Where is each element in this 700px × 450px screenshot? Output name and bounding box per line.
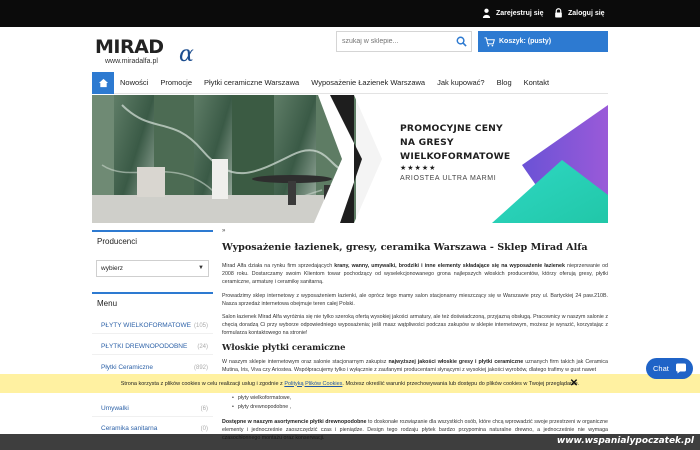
sidebar-item-umywalki[interactable]: Umywalki (6) [92, 401, 213, 417]
chat-bubble-icon [675, 363, 686, 374]
banner-line-2: NA GRESY [400, 137, 454, 148]
logo-wordmark: MIRAD [95, 36, 164, 58]
banner-line-1: PROMOCYJNE CENY [400, 123, 503, 134]
nav-item-plytki[interactable]: Płytki ceramiczne Warszawa [198, 78, 305, 87]
chat-label: Chat [653, 364, 669, 373]
tiles-bold: najwyższej jakości włoskie gresy i płytk… [388, 359, 524, 365]
intro-text: Mirad Alfa działa na rynku firm sprzedaj… [222, 263, 335, 269]
close-icon[interactable]: ✕ [569, 379, 579, 389]
banner-stars: ★★★★★ [400, 165, 437, 172]
search-input[interactable] [337, 32, 449, 51]
register-link[interactable]: Zarejestruj się [482, 8, 543, 18]
salon-paragraph: Salon łazienek Mirad Alfa wyróżnia się n… [222, 314, 608, 337]
store-paragraph: Prowadzimy sklep internetowy z wyposażen… [222, 293, 608, 308]
list-item: płyty drewnopodobne , [232, 403, 291, 412]
home-button[interactable] [92, 71, 114, 94]
banner-headline: PROMOCYJNE CENY NA GRESY WIELKOFORMATOWE [400, 122, 510, 164]
banner-subline: ARIOSTEA ULTRA MARMI [400, 175, 497, 182]
logo-url: www.miradalfa.pl [105, 58, 158, 65]
sidebar-item-count: (6) [200, 405, 208, 412]
sidebar-item-label: Umywalki [101, 405, 129, 412]
nav-item-promocje[interactable]: Promocje [154, 78, 198, 87]
main-nav: Nowości Promocje Płytki ceramiczne Warsz… [92, 71, 608, 94]
nav-item-nowosci[interactable]: Nowości [114, 78, 154, 87]
chat-button[interactable]: Chat [646, 358, 693, 379]
login-link[interactable]: Zaloguj się [554, 8, 605, 18]
cookie-text-end: . Możesz określić warunki przechowywania… [342, 380, 580, 387]
sidebar-item-count: (0) [200, 425, 208, 432]
sidebar-item-plytki-drewnopodobne[interactable]: PŁYTKI DREWNOPODOBNE (24) [92, 339, 213, 355]
sidebar-item-count: (892) [193, 364, 208, 371]
nav-item-wyposazenie[interactable]: Wyposażenie Łazienek Warszawa [305, 78, 431, 87]
intro-paragraph: Mirad Alfa działa na rynku firm sprzedaj… [222, 262, 608, 287]
banner-graphic [92, 95, 608, 223]
sidebar-item-label: Ceramika sanitarna [101, 425, 158, 432]
breadcrumb[interactable]: » [222, 228, 225, 234]
producers-select-value: wybierz [101, 265, 124, 272]
sidebar-item-label: Płytki Ceramiczne [101, 364, 154, 371]
cart-button[interactable]: Koszyk: (pusty) [478, 31, 608, 52]
cookie-text: Strona korzysta z plików cookies w celu … [120, 380, 283, 387]
nav-item-jak-kupowac[interactable]: Jak kupować? [431, 78, 491, 87]
login-label: Zaloguj się [568, 9, 605, 17]
tiles-text: W naszym sklepie internetowym oraz salon… [222, 359, 389, 365]
watermark-text: www.wspanialypoczatek.pl [556, 436, 694, 446]
watermark-bar: www.wspanialypoczatek.pl [0, 434, 700, 450]
cart-icon [484, 36, 495, 46]
nav-item-kontakt[interactable]: Kontakt [518, 78, 555, 87]
register-label: Zarejestruj się [496, 9, 544, 17]
sidebar-item-plyty-wielkoformatowe[interactable]: PŁYTY WIELKOFORMATOWE (105) [92, 318, 213, 334]
sidebar-item-label: PŁYTKI DREWNOPODOBNE [101, 343, 188, 350]
sidebar-item-count: (105) [193, 322, 208, 329]
search-icon[interactable] [456, 36, 467, 47]
banner-line-3: WIELKOFORMATOWE [400, 151, 511, 162]
chevron-down-icon: ▼ [198, 265, 204, 271]
user-plus-icon [482, 8, 491, 18]
producers-select[interactable]: wybierz ▼ [96, 260, 209, 277]
nav-item-blog[interactable]: Blog [491, 78, 518, 87]
lock-icon [555, 8, 562, 18]
page-title: Wyposażenie łazienek, gresy, ceramika Wa… [222, 242, 588, 253]
promo-banner[interactable]: PROMOCYJNE CENY NA GRESY WIELKOFORMATOWE… [92, 95, 608, 223]
site-logo[interactable]: MIRAD α www.miradalfa.pl [95, 36, 205, 70]
list-item: płyty wielkoformatowe, [232, 394, 291, 403]
tiles-list: płyty wielkoformatowe, płyty drewnopodob… [232, 394, 291, 412]
logo-alpha: α [179, 42, 194, 67]
section-title: Włoskie płytki ceramiczne [222, 342, 346, 352]
top-bar: Zarejestruj się Zaloguj się [0, 0, 700, 27]
menu-title: Menu [92, 292, 213, 314]
cookie-policy-link[interactable]: Polityką Plików Cookies [284, 381, 342, 387]
page: Zarejestruj się Zaloguj się MIRAD α www.… [0, 0, 700, 450]
cookie-bar: Strona korzysta z plików cookies w celu … [0, 374, 700, 393]
cart-label: Koszyk: (pusty) [499, 38, 552, 45]
search-box [336, 31, 472, 52]
sidebar-item-label: PŁYTY WIELKOFORMATOWE [101, 322, 191, 329]
producers-title: Producenci [92, 230, 213, 252]
sidebar-item-count: (24) [197, 343, 208, 350]
wood-bold: Dostępne w naszym asortymencie płytki dr… [222, 419, 367, 425]
home-icon [98, 78, 108, 87]
intro-bold: krany, wanny, umywalki, brodziki i inne … [334, 263, 565, 269]
tiles-paragraph: W naszym sklepie internetowym oraz salon… [222, 358, 608, 374]
